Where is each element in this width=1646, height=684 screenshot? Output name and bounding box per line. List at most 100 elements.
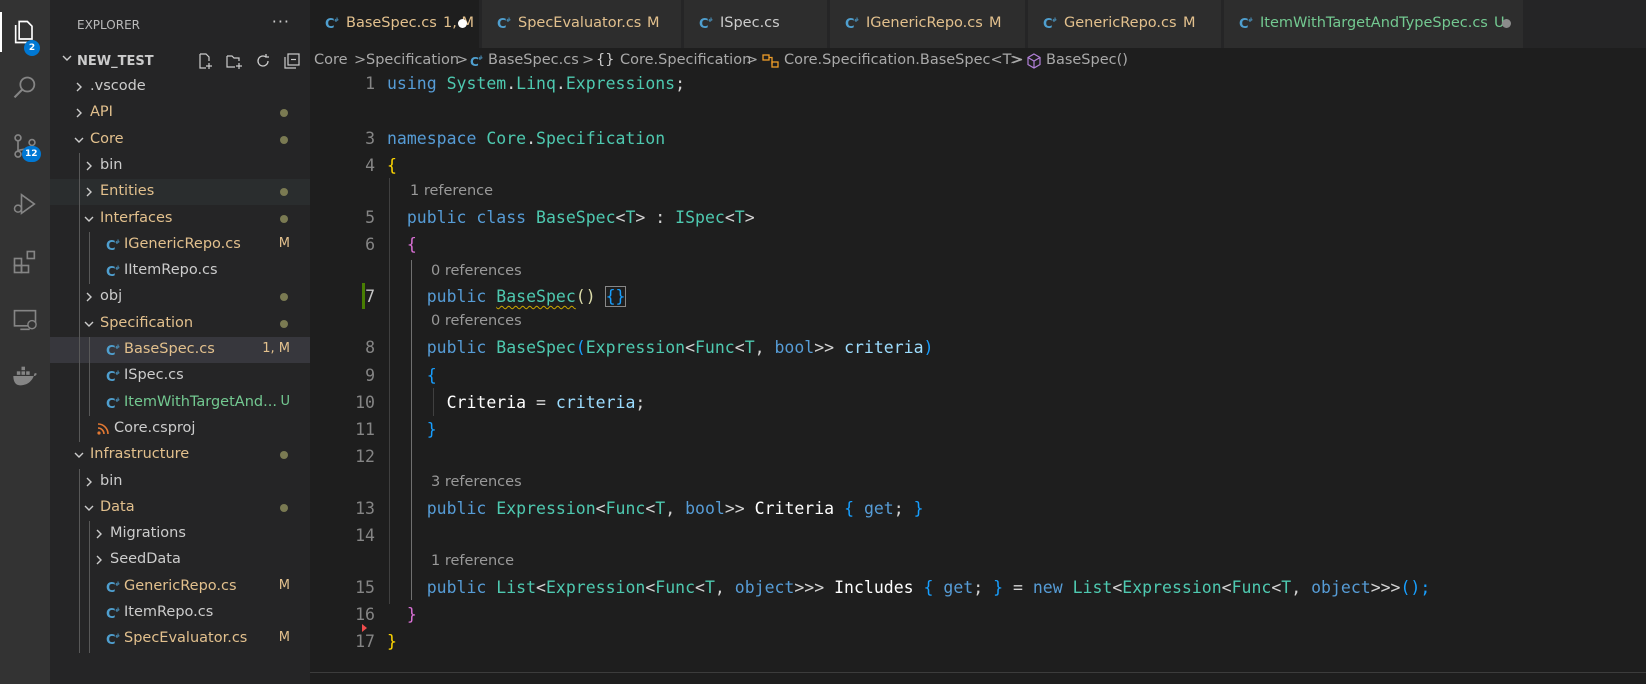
tree-item[interactable]: API xyxy=(50,100,310,126)
modified-dot xyxy=(280,503,288,512)
token-punct: ; xyxy=(675,74,686,93)
tree-item[interactable]: Interfaces xyxy=(50,206,310,232)
editor-tab[interactable]: C # GenericRepo.cs M xyxy=(1028,0,1222,48)
remote-explorer-activity-button[interactable] xyxy=(0,296,50,344)
editor-tab[interactable]: C # IGenericRepo.cs M xyxy=(830,0,1026,48)
editor-tab[interactable]: C # ISpec.cs xyxy=(684,0,828,48)
line-number: 3 xyxy=(365,129,375,148)
tree-item-label: IItemRepo.cs xyxy=(124,262,218,279)
code-lens-references[interactable]: 3 references xyxy=(431,474,522,490)
tree-item-label: IGenericRepo.cs xyxy=(124,235,241,252)
class-icon xyxy=(762,53,780,73)
tree-item[interactable]: .vscode xyxy=(50,74,310,100)
token-keyword: public xyxy=(426,578,487,597)
run-debug-activity-button[interactable] xyxy=(0,180,50,228)
project-root[interactable]: NEW_TEST xyxy=(50,48,310,74)
git-status-badge: M xyxy=(278,630,290,646)
code-lens-references[interactable]: 0 references xyxy=(431,263,522,279)
extensions-activity-button[interactable] xyxy=(0,238,50,286)
svg-text:#: # xyxy=(334,17,339,24)
svg-text:#: # xyxy=(115,239,120,246)
modified-dot xyxy=(280,109,288,118)
tree-item[interactable]: obj xyxy=(50,284,310,310)
svg-text:#: # xyxy=(1248,17,1253,24)
explorer-activity-button[interactable]: 2 xyxy=(0,8,50,56)
docker-activity-button[interactable] xyxy=(0,352,50,400)
tree-item[interactable]: Specification xyxy=(50,311,310,337)
line-number: 12 xyxy=(355,447,375,466)
explorer-title: EXPLORER xyxy=(77,18,140,32)
token-punct: < xyxy=(1221,578,1232,597)
tree-item[interactable]: bin xyxy=(50,469,310,495)
code-lens-references[interactable]: 1 reference xyxy=(431,553,514,569)
token-punct: < xyxy=(615,208,626,227)
token-keyword: public xyxy=(426,338,487,357)
token-property: Criteria xyxy=(446,393,527,412)
token-punct: , xyxy=(1291,578,1312,597)
code-editor[interactable]: 1 3 4 5 6 7 8 9 10 11 12 13 14 15 16 17 … xyxy=(310,74,1646,684)
explorer-header: EXPLORER ··· xyxy=(50,0,310,50)
tree-item-label: API xyxy=(90,104,113,121)
line-number: 9 xyxy=(365,366,375,385)
editor-tab[interactable]: C # BaseSpec.cs 1, M xyxy=(310,0,480,48)
unsaved-dot-icon[interactable] xyxy=(458,19,467,28)
editor-tab[interactable]: C # SpecEvaluator.cs M xyxy=(482,0,682,48)
csharp-file-icon: C # xyxy=(496,15,512,35)
breadcrumb-item-specification[interactable]: Specification xyxy=(366,52,459,68)
breadcrumb-item-method[interactable]: BaseSpec() xyxy=(1046,52,1128,68)
tree-indent-guide xyxy=(89,521,90,653)
tree-item-label: SeedData xyxy=(110,551,181,568)
project-name: NEW_TEST xyxy=(77,53,154,69)
explorer-badge: 2 xyxy=(24,40,40,56)
code-line: public BaseSpec() {} xyxy=(387,286,627,307)
token-punct: ) xyxy=(923,338,934,357)
tree-item[interactable]: Data xyxy=(50,495,310,521)
tree-item-label: Migrations xyxy=(110,525,186,542)
more-actions-button[interactable]: ··· xyxy=(272,12,290,31)
tree-item[interactable]: Entities xyxy=(50,179,310,206)
git-status-badge: 1, M xyxy=(262,341,290,356)
explorer-sidebar: EXPLORER ··· NEW_TEST .vscode API Core bin E… xyxy=(50,0,310,684)
code-lens-references[interactable]: 1 reference xyxy=(410,183,493,199)
token-punct: = xyxy=(1003,578,1033,597)
token-brace-matched: {} xyxy=(604,286,627,307)
chevron-right-icon xyxy=(80,288,98,306)
breadcrumb-item-namespace[interactable]: Core.Specification xyxy=(620,52,751,68)
tab-label: ItemWithTargetAndTypeSpec.cs xyxy=(1260,15,1488,31)
collapse-all-icon[interactable] xyxy=(282,51,302,71)
token-punct: . xyxy=(555,74,566,93)
token-type: T xyxy=(655,499,666,518)
breadcrumb-item-class[interactable]: Core.Specification.BaseSpec<T> xyxy=(784,52,1024,68)
horizontal-scrollbar[interactable] xyxy=(310,672,1646,673)
token-punct: < xyxy=(645,578,656,597)
code-lens-references[interactable]: 0 references xyxy=(431,313,522,329)
refresh-icon[interactable] xyxy=(253,51,273,71)
breadcrumb-item-core[interactable]: Core xyxy=(314,52,348,68)
token-type: Func xyxy=(605,499,646,518)
method-icon xyxy=(1026,53,1042,73)
token-keyword: using xyxy=(387,74,437,93)
new-folder-icon[interactable] xyxy=(224,51,244,71)
tree-item-label: Core.csproj xyxy=(114,419,196,436)
csharp-file-icon: C # xyxy=(104,341,122,359)
unsaved-dot-icon[interactable] xyxy=(1502,19,1511,28)
tree-item[interactable]: Core.csproj xyxy=(50,416,310,442)
tree-item[interactable]: Infrastructure xyxy=(50,442,310,468)
source-control-activity-button[interactable]: 12 xyxy=(0,122,50,170)
tree-item[interactable]: Core xyxy=(50,127,310,153)
search-activity-button[interactable] xyxy=(0,64,50,112)
token-punct: < xyxy=(645,499,656,518)
new-file-icon[interactable] xyxy=(195,51,215,71)
tree-item-label: BaseSpec.cs xyxy=(124,341,215,357)
tree-indent-guide xyxy=(79,152,80,443)
csharp-file-icon: C # xyxy=(1238,15,1254,35)
breadcrumb-item-file[interactable]: BaseSpec.cs xyxy=(488,52,579,68)
modified-dot xyxy=(280,135,288,144)
tree-item[interactable]: bin xyxy=(50,153,310,179)
editor-tab[interactable]: C # ItemWithTargetAndTypeSpec.cs U xyxy=(1224,0,1524,48)
token-type: Func xyxy=(655,578,696,597)
svg-text:#: # xyxy=(115,633,120,640)
line-number: 7 xyxy=(365,287,375,306)
breadcrumb-separator: > xyxy=(1010,52,1023,68)
token-punct: , xyxy=(754,338,775,357)
